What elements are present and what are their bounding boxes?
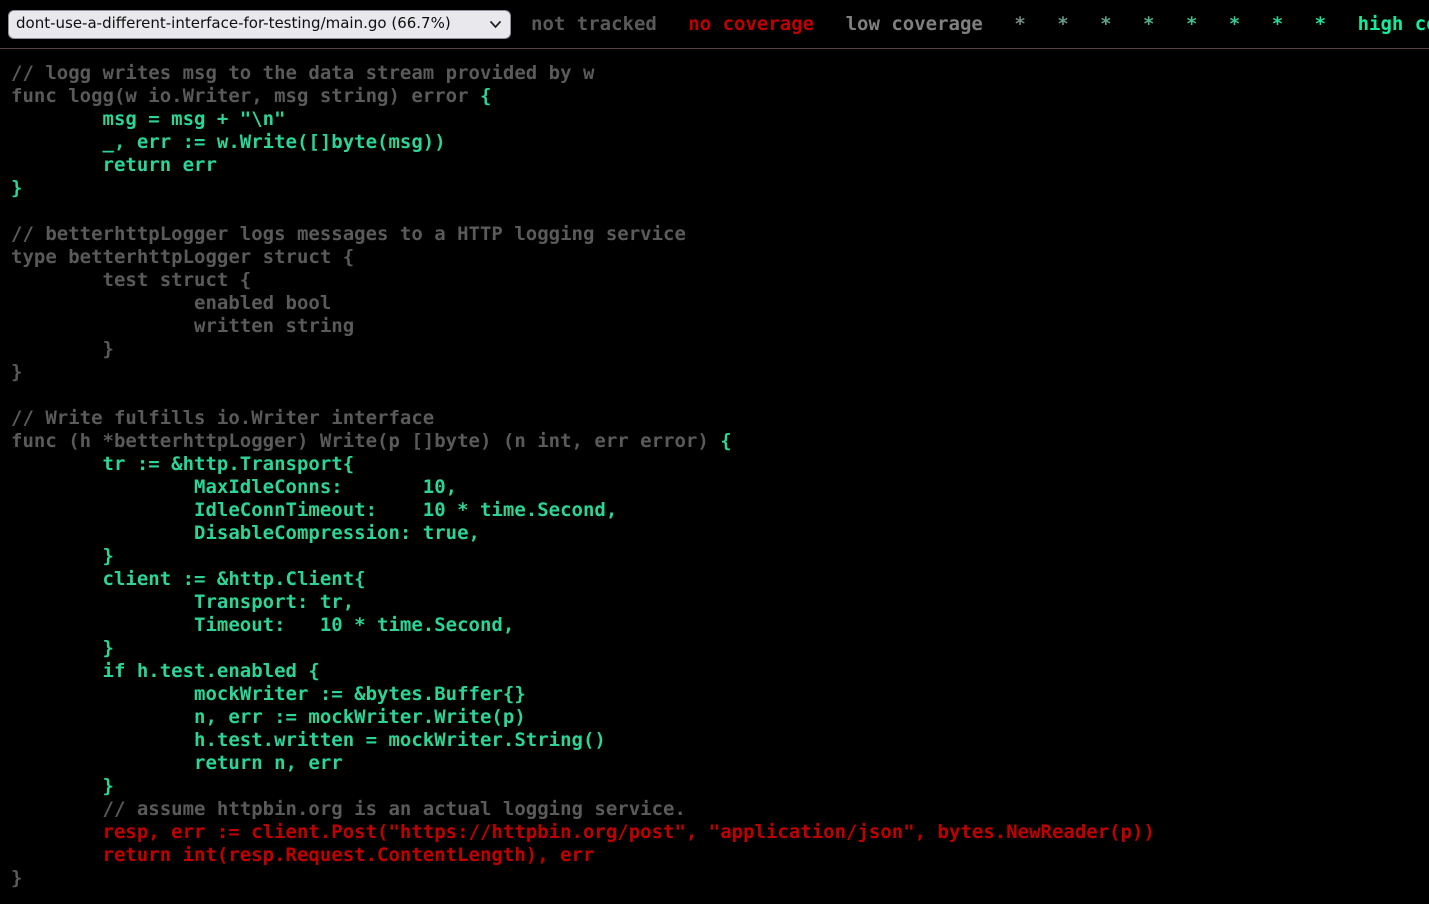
legend-item-cov0: no coverage	[688, 13, 814, 35]
legend-item-cov3: *	[1057, 13, 1068, 35]
legend-item-cov2: *	[1014, 13, 1025, 35]
code-segment-cov8: { tr := &http.Transport{ MaxIdleConns: 1…	[11, 430, 732, 682]
file-select-wrap: dont-use-a-different-interface-for-testi…	[8, 10, 511, 39]
file-select[interactable]: dont-use-a-different-interface-for-testi…	[8, 10, 511, 39]
coverage-legend: not tracked no coverage low coverage * *…	[521, 13, 1429, 35]
legend-item-cov8: *	[1272, 13, 1283, 35]
legend-item-cov6: *	[1186, 13, 1197, 35]
legend-item-cov10: high coverage	[1358, 13, 1429, 35]
source-code: // logg writes msg to the data stream pr…	[0, 49, 1429, 890]
code-segment-plain: // logg writes msg to the data stream pr…	[11, 62, 594, 107]
legend-item-cov7: *	[1229, 13, 1240, 35]
legend-item-cov1: low coverage	[846, 13, 983, 35]
legend-item-plain: not tracked	[531, 13, 657, 35]
legend-item-cov9: *	[1315, 13, 1326, 35]
legend-item-cov4: *	[1100, 13, 1111, 35]
legend-item-cov5: *	[1143, 13, 1154, 35]
code-segment-cov0: resp, err := client.Post("https://httpbi…	[11, 821, 1155, 866]
code-segment-plain: // betterhttpLogger logs messages to a H…	[11, 223, 720, 452]
code-segment-plain: }	[11, 867, 22, 889]
topbar: dont-use-a-different-interface-for-testi…	[0, 0, 1429, 49]
content: // logg writes msg to the data stream pr…	[0, 49, 1429, 890]
